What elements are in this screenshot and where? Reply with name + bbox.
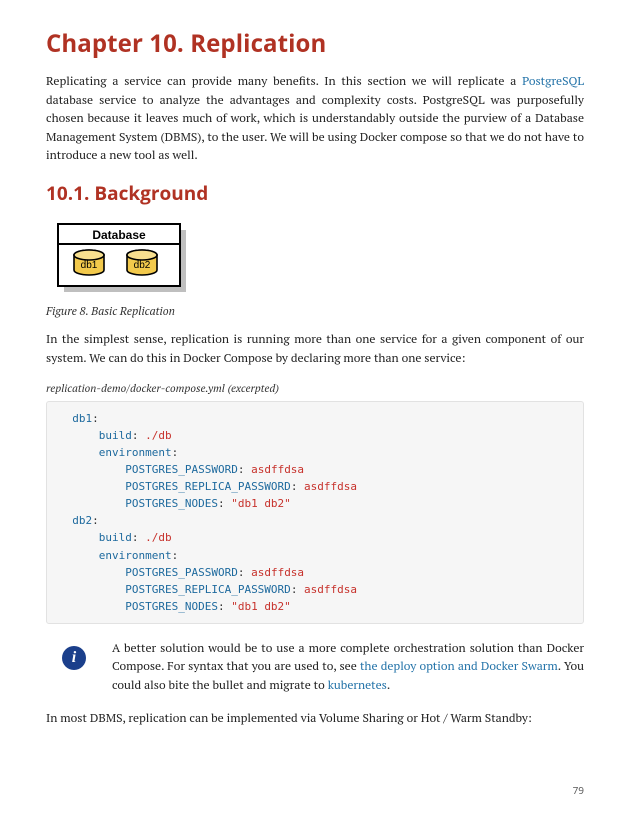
docker-compose-code: db1: build: ./db environment: POSTGRES_P… — [46, 401, 584, 624]
db2-cylinder: db2 — [127, 250, 157, 275]
admon-post: . — [387, 678, 390, 693]
db1-label: db1 — [81, 260, 98, 271]
info-admonition: i A better solution would be to use a mo… — [46, 640, 584, 696]
database-diagram: Database db1 db2 — [54, 222, 189, 296]
info-glyph: i — [62, 646, 86, 670]
db1-cylinder: db1 — [74, 250, 104, 275]
listing-caption: replication-demo/docker-compose.yml (exc… — [46, 382, 584, 396]
docker-swarm-link[interactable]: the deploy option and Docker Swarm — [360, 659, 558, 674]
intro-text-post: database service to analyze the advantag… — [46, 93, 584, 164]
page-number: 79 — [46, 777, 584, 797]
chapter-title: Chapter 10. Replication — [46, 27, 584, 60]
admonition-text: A better solution would be to use a more… — [112, 640, 584, 696]
section-title: 10.1. Background — [46, 180, 584, 206]
figure-caption: Figure 8. Basic Replication — [46, 304, 584, 319]
intro-text-pre: Replicating a service can provide many b… — [46, 74, 522, 89]
info-icon: i — [62, 646, 92, 670]
standby-paragraph: In most DBMS, replication can be impleme… — [46, 710, 584, 729]
intro-paragraph: Replicating a service can provide many b… — [46, 73, 584, 166]
db2-label: db2 — [134, 260, 151, 271]
replication-paragraph: In the simplest sense, replication is ru… — [46, 331, 584, 368]
figure-basic-replication: Database db1 db2 — [54, 222, 584, 296]
postgresql-link[interactable]: PostgreSQL — [522, 74, 584, 89]
kubernetes-link[interactable]: kubernetes — [328, 678, 387, 693]
figure-box-label: Database — [92, 228, 146, 242]
